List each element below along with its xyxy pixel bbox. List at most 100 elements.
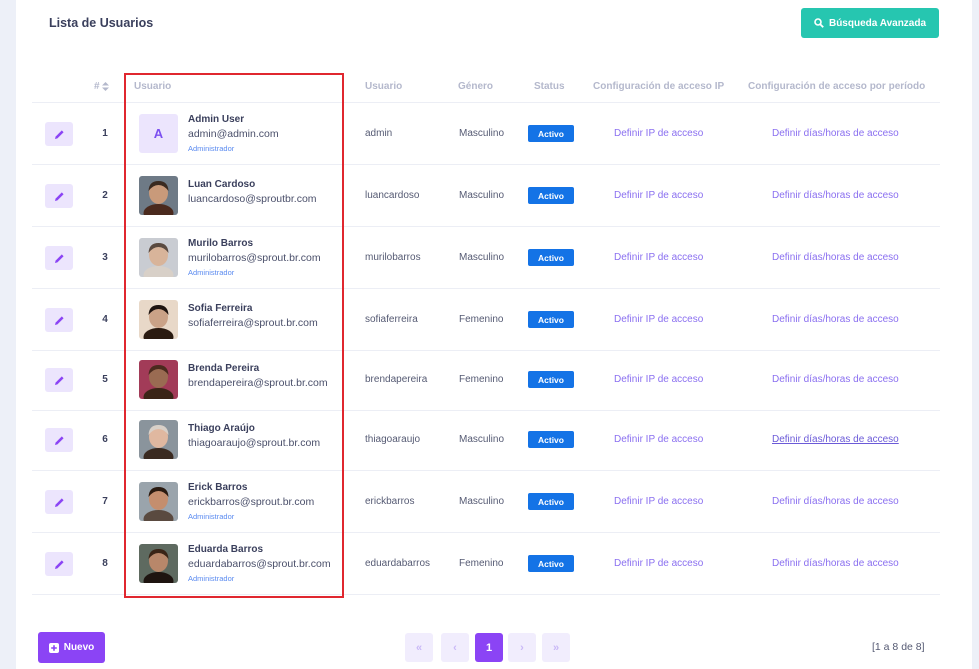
set-ip-access-link[interactable]: Definir IP de acceso [614, 190, 703, 201]
user-full-name: Eduarda Barros [188, 544, 264, 555]
pencil-icon [54, 559, 64, 569]
search-icon [814, 18, 824, 28]
row-number: 6 [102, 434, 108, 445]
table-row: 6 Thiago Araújo thiagoaraujo@sprout.br.com… [16, 409, 972, 471]
gender-cell: Masculino [459, 190, 505, 201]
table-row: 5 Brenda Pereira brendapereira@sprout.br.c… [16, 349, 972, 411]
table-row: 1 A Admin User admin@admin.com Administrador… [16, 103, 972, 165]
pagination-prev-button[interactable]: ‹ [441, 633, 469, 662]
column-header-status[interactable]: Status [534, 81, 565, 92]
set-ip-access-link[interactable]: Definir IP de acceso [614, 374, 703, 385]
status-badge: Activo [528, 555, 574, 572]
set-ip-access-link[interactable]: Definir IP de acceso [614, 434, 703, 445]
status-badge: Activo [528, 187, 574, 204]
user-email: admin@admin.com [188, 128, 279, 140]
column-header-user[interactable]: Usuario [134, 81, 171, 92]
user-email: erickbarros@sprout.br.com [188, 496, 315, 508]
username-cell: murilobarros [365, 252, 421, 263]
user-full-name: Luan Cardoso [188, 179, 256, 190]
user-email: sofiaferreira@sprout.br.com [188, 317, 318, 329]
row-number: 3 [102, 252, 108, 263]
status-badge: Activo [528, 493, 574, 510]
pencil-icon [54, 497, 64, 507]
row-number: 4 [102, 314, 108, 325]
user-email: luancardoso@sproutbr.com [188, 193, 317, 205]
table-row: 3 Murilo Barros murilobarros@sprout.br.com… [16, 227, 972, 289]
set-period-access-link[interactable]: Definir días/horas de acceso [772, 558, 899, 569]
username-cell: luancardoso [365, 190, 420, 201]
username-cell: admin [365, 128, 393, 139]
status-badge: Activo [528, 125, 574, 142]
table-row: 4 Sofia Ferreira sofiaferreira@sprout.br.c… [16, 289, 972, 351]
status-badge: Activo [528, 431, 574, 448]
column-header-ip-config[interactable]: Configuración de acceso IP [593, 81, 724, 92]
pagination-page-1[interactable]: 1 [475, 633, 503, 662]
column-header-username[interactable]: Usuario [365, 81, 402, 92]
user-role: Administrador [188, 144, 235, 153]
edit-user-button[interactable] [45, 246, 73, 270]
row-number: 1 [102, 128, 108, 139]
pagination-first-button[interactable]: « [405, 633, 433, 662]
set-ip-access-link[interactable]: Definir IP de acceso [614, 252, 703, 263]
avatar [139, 420, 178, 459]
set-period-access-link[interactable]: Definir días/horas de acceso [772, 496, 899, 507]
username-cell: thiagoaraujo [365, 434, 421, 445]
status-badge: Activo [528, 371, 574, 388]
status-badge: Activo [528, 249, 574, 266]
set-ip-access-link[interactable]: Definir IP de acceso [614, 128, 703, 139]
gender-cell: Femenino [459, 314, 504, 325]
set-period-access-link[interactable]: Definir días/horas de acceso [772, 190, 899, 201]
avatar [139, 300, 178, 339]
row-number: 8 [102, 558, 108, 569]
column-header-num[interactable]: # [94, 81, 109, 92]
set-ip-access-link[interactable]: Definir IP de acceso [614, 314, 703, 325]
set-period-access-link[interactable]: Definir días/horas de acceso [772, 314, 899, 325]
status-badge: Activo [528, 311, 574, 328]
avatar-initial: A [139, 114, 178, 153]
gender-cell: Masculino [459, 128, 505, 139]
gender-cell: Femenino [459, 558, 504, 569]
user-email: eduardabarros@sprout.br.com [188, 558, 331, 570]
set-period-access-link[interactable]: Definir días/horas de acceso [772, 128, 899, 139]
avatar [139, 544, 178, 583]
pagination-range-info: [1 a 8 de 8] [872, 641, 925, 653]
edit-user-button[interactable] [45, 428, 73, 452]
table-row: 7 Erick Barros erickbarros@sprout.br.com Ad… [16, 471, 972, 533]
avatar [139, 176, 178, 215]
column-header-period-config[interactable]: Configuración de acceso por período [748, 81, 925, 92]
avatar [139, 238, 178, 277]
pencil-icon [54, 191, 64, 201]
user-email: brendapereira@sprout.br.com [188, 377, 328, 389]
column-header-gender[interactable]: Género [458, 81, 493, 92]
edit-user-button[interactable] [45, 368, 73, 392]
set-ip-access-link[interactable]: Definir IP de acceso [614, 496, 703, 507]
set-period-access-link[interactable]: Definir días/horas de acceso [772, 252, 899, 263]
new-user-label: Nuevo [63, 642, 95, 653]
edit-user-button[interactable] [45, 122, 73, 146]
set-ip-access-link[interactable]: Definir IP de acceso [614, 558, 703, 569]
pagination-last-button[interactable]: » [542, 633, 570, 662]
advanced-search-label: Búsqueda Avanzada [828, 17, 927, 29]
user-role: Administrador [188, 574, 235, 583]
new-user-button[interactable]: Nuevo [38, 632, 105, 663]
pagination-next-button[interactable]: › [508, 633, 536, 662]
row-number: 7 [102, 496, 108, 507]
sort-icon [101, 81, 109, 91]
user-role: Administrador [188, 512, 235, 521]
pencil-icon [54, 129, 64, 139]
column-num-label: # [94, 81, 100, 92]
pencil-icon [54, 435, 64, 445]
set-period-access-link[interactable]: Definir días/horas de acceso [772, 434, 899, 445]
edit-user-button[interactable] [45, 308, 73, 332]
table-row: 8 Eduarda Barros eduardabarros@sprout.br.c… [16, 533, 972, 595]
advanced-search-button[interactable]: Búsqueda Avanzada [801, 8, 939, 38]
set-period-access-link[interactable]: Definir días/horas de acceso [772, 374, 899, 385]
pencil-icon [54, 315, 64, 325]
gender-cell: Masculino [459, 434, 505, 445]
edit-user-button[interactable] [45, 490, 73, 514]
user-list-card: Lista de Usuarios Búsqueda Avanzada # Us… [16, 0, 972, 669]
edit-user-button[interactable] [45, 184, 73, 208]
edit-user-button[interactable] [45, 552, 73, 576]
pencil-icon [54, 253, 64, 263]
gender-cell: Femenino [459, 374, 504, 385]
